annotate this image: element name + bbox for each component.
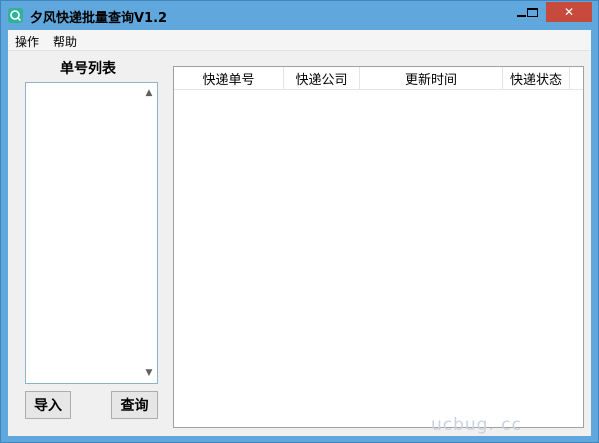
- vertical-scrollbar[interactable]: ▲ ▼: [141, 83, 157, 383]
- column-header-courier-company[interactable]: 快递公司: [284, 67, 360, 90]
- title-bar[interactable]: 夕风快递批量查询V1.2 ✕: [1, 1, 598, 30]
- menu-help[interactable]: 帮助: [53, 33, 77, 50]
- menu-operate[interactable]: 操作: [15, 33, 39, 50]
- column-header-tracking-number[interactable]: 快递单号: [174, 67, 284, 90]
- scroll-down-icon[interactable]: ▼: [144, 368, 154, 378]
- close-button[interactable]: ✕: [546, 2, 592, 22]
- close-icon: ✕: [563, 5, 575, 19]
- query-app-icon: [8, 8, 23, 23]
- column-header-delivery-status[interactable]: 快递状态: [503, 67, 570, 90]
- client-area: 操作 帮助 单号列表 ▲ ▼ 导入 查询 快递单号 快递公司 更新时间 快递状态: [8, 30, 591, 436]
- query-button[interactable]: 查询: [111, 391, 158, 419]
- tracking-number-list[interactable]: ▲ ▼: [25, 82, 158, 384]
- maximize-button[interactable]: [519, 2, 546, 22]
- tracking-list-title: 单号列表: [60, 61, 116, 77]
- window-title: 夕风快递批量查询V1.2: [30, 11, 168, 26]
- results-grid[interactable]: 快递单号 快递公司 更新时间 快递状态: [173, 66, 584, 428]
- column-header-update-time[interactable]: 更新时间: [360, 67, 503, 90]
- menu-bar: 操作 帮助: [8, 30, 591, 51]
- scroll-up-icon[interactable]: ▲: [144, 88, 154, 98]
- watermark: ucbug. cc: [431, 415, 522, 435]
- import-button[interactable]: 导入: [25, 391, 71, 419]
- grid-header: 快递单号 快递公司 更新时间 快递状态: [174, 67, 583, 90]
- maximize-icon: [527, 7, 538, 17]
- app-window: 夕风快递批量查询V1.2 ✕ 操作 帮助 单号列表 ▲ ▼ 导入 查询 快递单号…: [0, 0, 599, 443]
